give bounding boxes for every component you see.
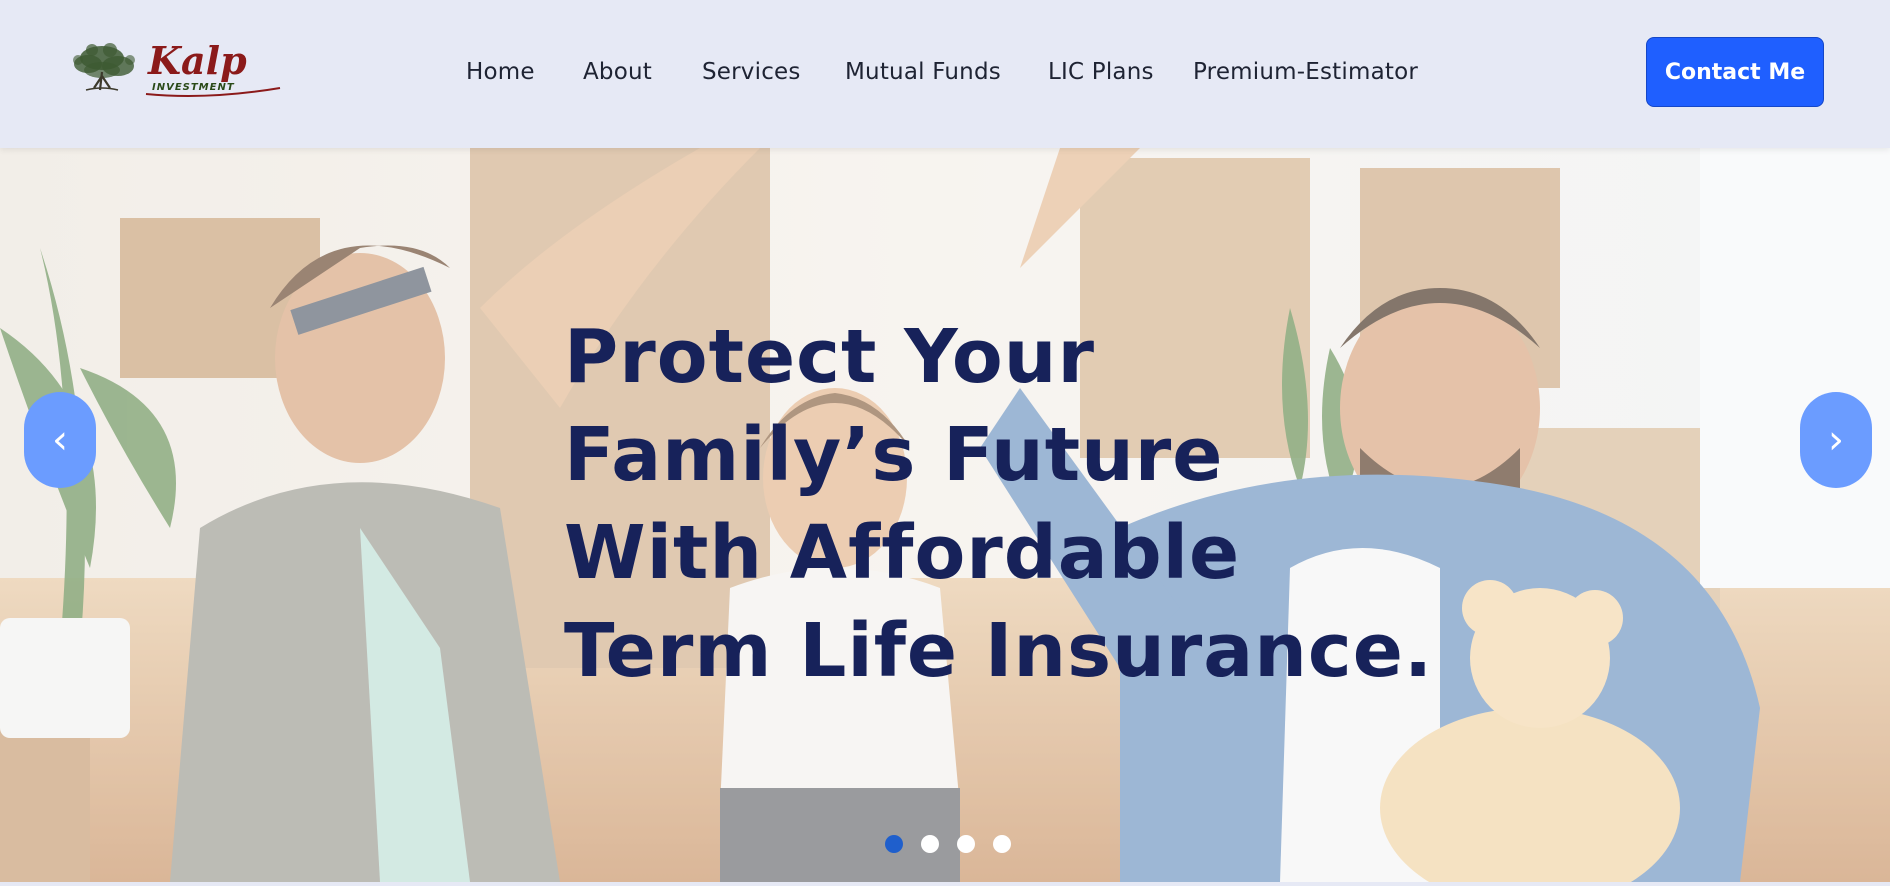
site-header: Kalp INVESTMENT Home About Services Mutu… <box>0 0 1890 148</box>
nav-about[interactable]: About <box>583 52 652 92</box>
page-bottom-edge <box>0 882 1890 886</box>
logo-script-text: Kalp <box>147 38 247 83</box>
hero-title: Protect Your Family’s Future With Afford… <box>564 314 1434 694</box>
carousel-dot-1[interactable] <box>885 835 903 853</box>
kalp-investment-logo[interactable]: Kalp INVESTMENT <box>58 36 284 106</box>
tree-icon <box>73 43 135 78</box>
nav-premium-estimator[interactable]: Premium-Estimator <box>1193 52 1418 92</box>
carousel-next-button[interactable]: › <box>1800 392 1872 488</box>
contact-me-button[interactable]: Contact Me <box>1646 37 1824 107</box>
hero-carousel: Protect Your Family’s Future With Afford… <box>0 148 1890 882</box>
carousel-dot-4[interactable] <box>993 835 1011 853</box>
carousel-dot-2[interactable] <box>921 835 939 853</box>
nav-lic-plans[interactable]: LIC Plans <box>1048 52 1154 92</box>
nav-mutual-funds[interactable]: Mutual Funds <box>845 52 1001 92</box>
carousel-prev-button[interactable]: ‹ <box>24 392 96 488</box>
nav-services[interactable]: Services <box>702 52 801 92</box>
logo-subtext: INVESTMENT <box>152 82 235 93</box>
nav-home[interactable]: Home <box>466 52 535 92</box>
carousel-dot-3[interactable] <box>957 835 975 853</box>
